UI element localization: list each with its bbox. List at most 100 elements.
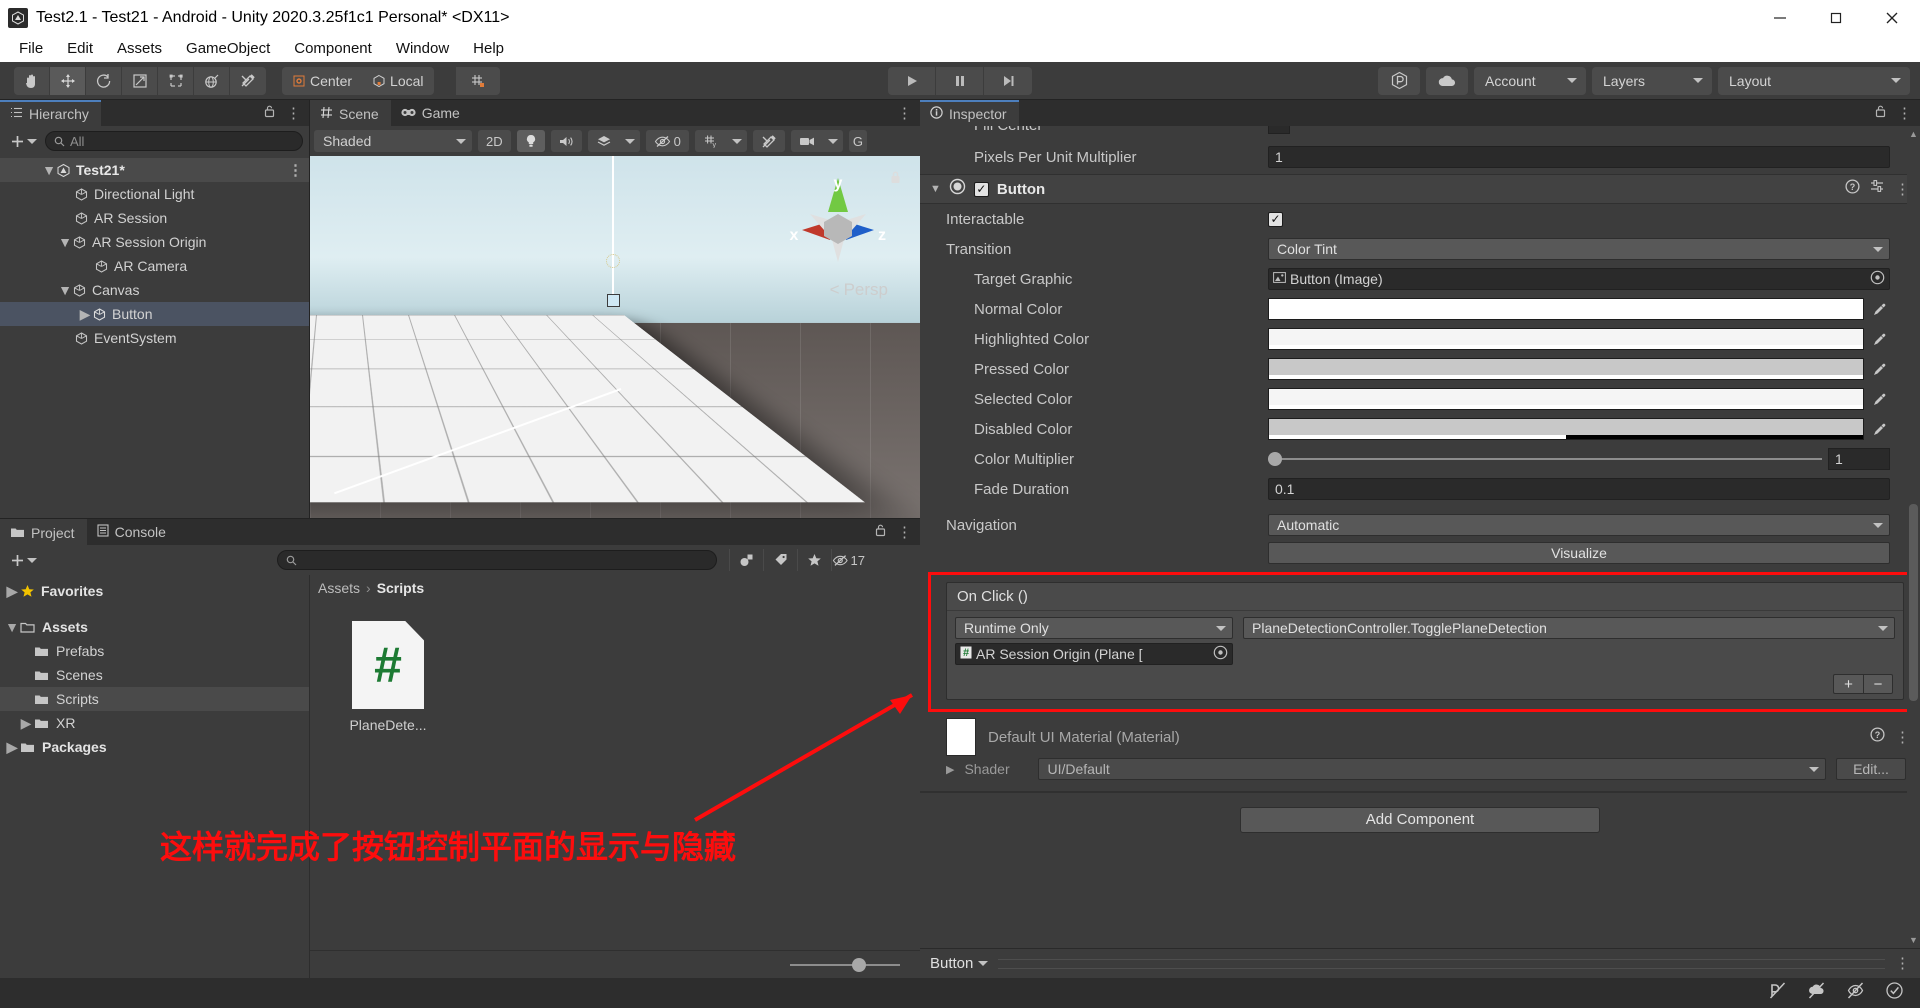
on-click-object-field[interactable]: # AR Session Origin (Plane [ xyxy=(955,643,1233,665)
account-dropdown[interactable]: Account xyxy=(1474,66,1586,95)
scene-tools-icon[interactable] xyxy=(752,130,785,152)
chevron-down-icon[interactable]: ▼ xyxy=(42,162,56,178)
shading-mode-dropdown[interactable]: Shaded xyxy=(314,130,472,152)
help-icon[interactable]: ? xyxy=(1845,179,1860,199)
chevron-right-icon[interactable]: ▶ xyxy=(18,715,34,732)
label-filter-icon[interactable] xyxy=(763,549,797,571)
inspector-menu-icon[interactable]: ⋮ xyxy=(1897,106,1912,121)
preview-menu-icon[interactable]: ⋮ xyxy=(1895,956,1910,971)
hierarchy-row-ar-session[interactable]: AR Session xyxy=(0,206,309,230)
no-cloud-icon[interactable] xyxy=(1807,981,1826,1005)
chevron-right-icon[interactable]: ▶ xyxy=(4,739,20,756)
add-component-button[interactable]: Add Component xyxy=(1240,806,1600,833)
project-row-assets[interactable]: ▼ Assets xyxy=(0,615,309,639)
space-mode-button[interactable]: Local xyxy=(362,66,434,95)
hand-tool-icon[interactable] xyxy=(14,66,50,95)
chevron-right-icon[interactable]: ▶ xyxy=(78,306,92,323)
menu-assets[interactable]: Assets xyxy=(106,37,173,61)
hierarchy-add-button[interactable] xyxy=(6,134,41,149)
scroll-up-arrow[interactable]: ▲ xyxy=(1909,129,1918,139)
move-tool-icon[interactable] xyxy=(50,66,86,95)
highlighted-color-swatch[interactable] xyxy=(1268,328,1864,350)
tab-inspector[interactable]: Inspector xyxy=(920,100,1019,126)
menu-edit[interactable]: Edit xyxy=(56,37,104,61)
interactable-checkbox[interactable]: ✓ xyxy=(1268,211,1283,227)
close-button[interactable] xyxy=(1864,0,1920,36)
eyedropper-icon[interactable] xyxy=(1868,422,1890,437)
hierarchy-row-directional-light[interactable]: Directional Light xyxy=(0,182,309,206)
chevron-down-icon[interactable]: ▼ xyxy=(4,619,20,635)
maximize-button[interactable] xyxy=(1808,0,1864,36)
add-listener-button[interactable]: + xyxy=(1833,674,1863,694)
eyedropper-icon[interactable] xyxy=(1868,392,1890,407)
chevron-right-icon[interactable]: ▶ xyxy=(4,583,20,600)
tab-project[interactable]: Project xyxy=(0,519,87,545)
no-collab-icon[interactable] xyxy=(1768,981,1787,1005)
layers-dropdown[interactable]: Layers xyxy=(1592,66,1712,95)
hierarchy-row-button[interactable]: ▶ Button xyxy=(0,302,309,326)
project-row-xr[interactable]: ▶ XR xyxy=(0,711,309,735)
scene-menu-icon[interactable]: ⋮ xyxy=(288,163,303,178)
menu-component[interactable]: Component xyxy=(283,37,383,61)
tab-scene[interactable]: Scene xyxy=(310,100,391,126)
grid-snap-icon[interactable] xyxy=(455,66,500,95)
ok-check-icon[interactable] xyxy=(1885,981,1904,1005)
zoom-knob[interactable] xyxy=(851,957,866,972)
hierarchy-row-eventsystem[interactable]: EventSystem xyxy=(0,326,309,350)
menu-file[interactable]: File xyxy=(8,37,54,61)
project-menu-icon[interactable]: ⋮ xyxy=(897,525,912,540)
on-click-mode-dropdown[interactable]: Runtime Only xyxy=(955,617,1233,639)
disabled-color-swatch[interactable] xyxy=(1268,418,1864,440)
preview-object-dropdown[interactable]: Button xyxy=(930,955,989,972)
hierarchy-menu-icon[interactable]: ⋮ xyxy=(286,106,301,121)
effects-dropdown[interactable] xyxy=(619,130,640,152)
lightbulb-icon[interactable] xyxy=(516,130,545,152)
menu-gameobject[interactable]: GameObject xyxy=(175,37,281,61)
chevron-down-icon[interactable]: ▼ xyxy=(58,282,72,298)
menu-window[interactable]: Window xyxy=(385,37,460,61)
project-search-input[interactable] xyxy=(277,550,717,570)
scrollbar-thumb[interactable] xyxy=(1909,504,1918,702)
hierarchy-row-scene[interactable]: ▼ Test21* ⋮ xyxy=(0,158,309,182)
tab-console[interactable]: Console xyxy=(87,519,178,545)
asset-item[interactable]: # PlaneDete... xyxy=(334,621,442,733)
plastic-scm-icon[interactable] xyxy=(1378,66,1420,95)
preset-icon[interactable] xyxy=(1870,179,1885,199)
project-row-scenes[interactable]: Scenes xyxy=(0,663,309,687)
breadcrumb-scripts[interactable]: Scripts xyxy=(377,580,424,596)
visualize-button[interactable]: Visualize xyxy=(1268,542,1890,564)
scene-viewport[interactable]: y x z < Persp xyxy=(310,156,920,518)
transform-tool-icon[interactable] xyxy=(194,66,230,95)
camera-icon[interactable] xyxy=(790,130,823,152)
on-click-function-dropdown[interactable]: PlaneDetectionController.TogglePlaneDete… xyxy=(1243,617,1895,639)
gizmo-lock-icon[interactable] xyxy=(889,170,902,190)
lock-icon[interactable] xyxy=(874,523,887,542)
object-picker-icon[interactable] xyxy=(1870,270,1885,288)
toggle-2d-button[interactable]: 2D xyxy=(478,130,511,152)
project-add-button[interactable] xyxy=(6,553,41,568)
selected-color-swatch[interactable] xyxy=(1268,388,1864,410)
speaker-icon[interactable] xyxy=(550,130,582,152)
effects-icon[interactable] xyxy=(587,130,620,152)
lock-icon[interactable] xyxy=(1874,104,1887,123)
grid-axis-icon[interactable]: y xyxy=(694,130,727,152)
layout-dropdown[interactable]: Layout xyxy=(1718,66,1910,95)
selection-handle[interactable] xyxy=(607,294,621,308)
gizmos-toggle[interactable]: G xyxy=(848,130,867,152)
hidden-assets-count[interactable]: 17 xyxy=(831,549,865,571)
normal-color-swatch[interactable] xyxy=(1268,298,1864,320)
cloud-icon[interactable] xyxy=(1426,66,1468,95)
pivot-mode-button[interactable]: Center xyxy=(282,66,363,95)
scene-orientation-gizmo[interactable]: y x z xyxy=(780,170,896,286)
navigation-dropdown[interactable]: Automatic xyxy=(1268,514,1890,536)
tab-hierarchy[interactable]: Hierarchy xyxy=(0,100,101,126)
object-picker-icon[interactable] xyxy=(1213,645,1228,663)
fill-center-checkbox[interactable] xyxy=(1268,126,1290,134)
rotate-tool-icon[interactable] xyxy=(86,66,122,95)
favorite-filter-icon[interactable] xyxy=(797,549,831,571)
breadcrumb-assets[interactable]: Assets xyxy=(318,580,360,596)
button-enabled-checkbox[interactable]: ✓ xyxy=(973,181,989,197)
fade-duration-input[interactable]: 0.1 xyxy=(1268,478,1890,500)
pause-button[interactable] xyxy=(936,66,984,95)
play-button[interactable] xyxy=(888,66,936,95)
